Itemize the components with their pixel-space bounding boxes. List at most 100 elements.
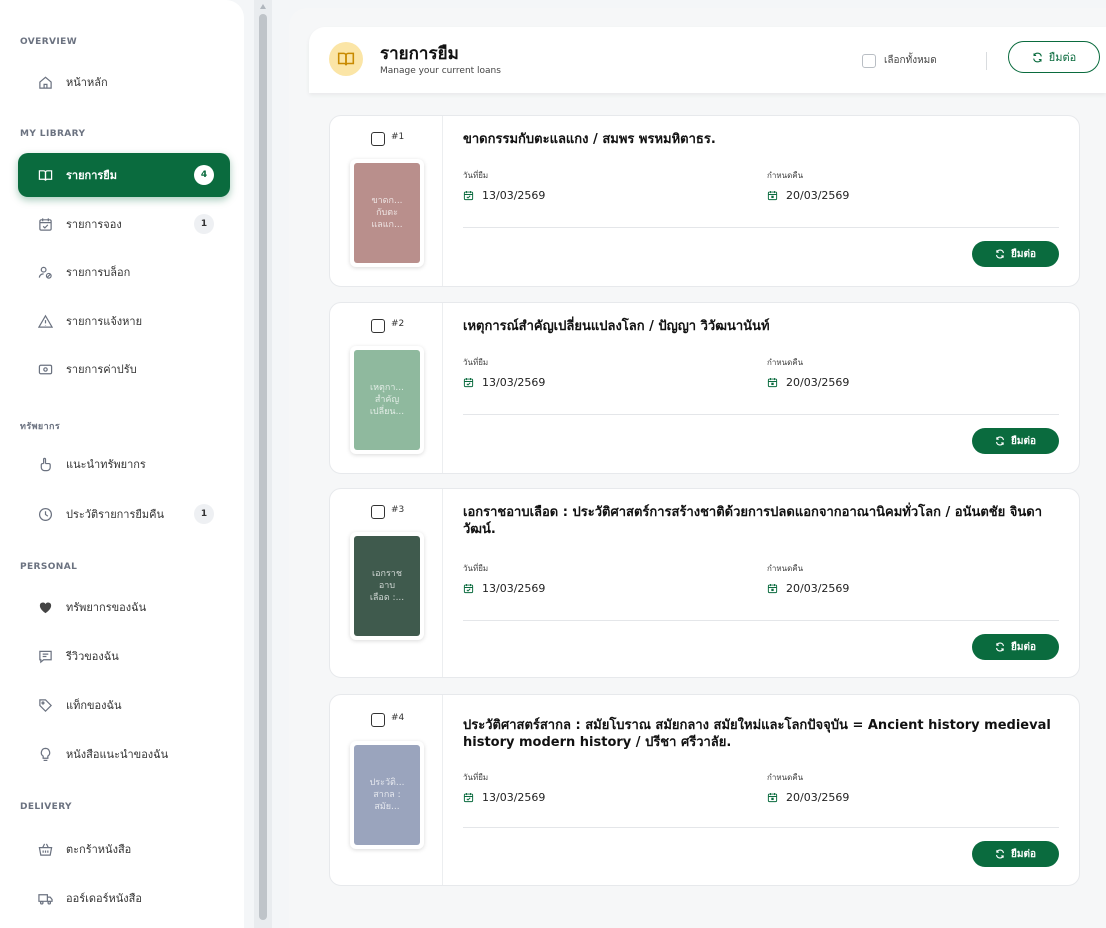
- loan-card-cover-column: #4 ประวัติ... สากล : สมัย...: [330, 695, 443, 885]
- loan-select-checkbox[interactable]: [371, 319, 385, 333]
- loan-select-checkbox[interactable]: [371, 505, 385, 519]
- sidebar-item-label: รายการค่าปรับ: [66, 363, 137, 376]
- calendar-check-icon: [463, 378, 474, 388]
- book-title[interactable]: ประวัติศาสตร์สากล : สมัยโบราณ สมัยกลาง ส…: [463, 717, 1063, 751]
- borrow-date-value: 13/03/2569: [482, 582, 546, 595]
- due-date-value: 20/03/2569: [786, 582, 850, 595]
- refresh-icon: [996, 249, 1005, 259]
- loan-card: #4 ประวัติ... สากล : สมัย... ประวัติศาสต…: [329, 694, 1080, 886]
- sidebar-item-my-reviews[interactable]: รีวิวของฉัน: [18, 634, 230, 678]
- borrow-date: 13/03/2569: [463, 189, 545, 202]
- renew-button[interactable]: ยืมต่อ: [972, 841, 1059, 867]
- tag-icon: [36, 696, 54, 714]
- sidebar-item-home[interactable]: หน้าหลัก: [18, 60, 230, 104]
- sidebar-item-my-recommended-books[interactable]: หนังสือแนะนำของฉัน: [18, 732, 230, 776]
- sidebar-item-loan-history[interactable]: ประวัติรายการยืมคืน 1: [18, 492, 230, 536]
- checkbox-box[interactable]: [862, 53, 876, 68]
- renew-label: ยืมต่อ: [1011, 248, 1036, 260]
- loan-number: #4: [391, 713, 405, 723]
- book-open-icon: [36, 166, 54, 184]
- book-open-icon: [329, 42, 363, 76]
- book-cover[interactable]: ขาดก... กับตะ แลแก...: [350, 159, 424, 267]
- sidebar-item-loans[interactable]: รายการยืม 4: [18, 153, 230, 197]
- calendar-check-icon: [463, 191, 474, 201]
- borrow-date-label: วันที่ยืม: [463, 358, 489, 367]
- due-date-label: กำหนดคืน: [767, 358, 804, 367]
- count-badge: 1: [194, 504, 214, 524]
- book-cover-image: เหตุกา... สำคัญ เปลี่ยน...: [354, 350, 420, 450]
- sidebar-item-label: รายการจอง: [66, 218, 122, 231]
- sidebar-item-label: รีวิวของฉัน: [66, 650, 119, 663]
- sidebar-item-label: รายการแจ้งหาย: [66, 315, 143, 328]
- loan-card-cover-column: #3 เอกราช อาบ เลือด :...: [330, 489, 443, 677]
- loan-number: #3: [391, 505, 405, 515]
- calendar-due-icon: [767, 191, 778, 201]
- section-title-overview: OVERVIEW: [20, 37, 78, 47]
- select-all-checkbox[interactable]: เลือกทั้งหมด: [862, 53, 937, 68]
- loan-card-cover-column: #1 ขาดก... กับตะ แลแก...: [330, 116, 443, 286]
- warning-icon: [36, 312, 54, 330]
- borrow-date-value: 13/03/2569: [482, 376, 546, 389]
- sidebar-item-book-basket[interactable]: ตะกร้าหนังสือ: [18, 827, 230, 871]
- renew-all-button[interactable]: ยืมต่อ: [1008, 41, 1100, 73]
- main-panel: รายการยืม Manage your current loans เลือ…: [289, 8, 1106, 928]
- due-date-label: กำหนดคืน: [767, 773, 804, 782]
- loan-select-checkbox[interactable]: [371, 132, 385, 146]
- history-icon: [36, 505, 54, 523]
- sidebar-item-lost-reports[interactable]: รายการแจ้งหาย: [18, 299, 230, 343]
- calendar-due-icon: [767, 378, 778, 388]
- sidebar: OVERVIEW หน้าหลัก MY LIBRARY รายการยืม 4…: [0, 0, 244, 928]
- divider: [463, 414, 1059, 415]
- home-icon: [36, 73, 54, 91]
- book-title[interactable]: ขาดกรรมกับตะแลแกง / สมพร พรหมหิตาธร.: [463, 131, 1063, 148]
- loan-card-cover-column: #2 เหตุกา... สำคัญ เปลี่ยน...: [330, 303, 443, 473]
- book-title[interactable]: เหตุการณ์สำคัญเปลี่ยนแปลงโลก / ปัญญา วิว…: [463, 318, 1063, 335]
- sidebar-item-reservations[interactable]: รายการจอง 1: [18, 202, 230, 246]
- loans-header: รายการยืม Manage your current loans เลือ…: [309, 27, 1106, 93]
- sidebar-item-book-orders[interactable]: ออร์เดอร์หนังสือ: [18, 876, 230, 920]
- sidebar-item-label: รายการบล็อก: [66, 266, 131, 279]
- calendar-check-icon: [36, 215, 54, 233]
- sidebar-item-label: ประวัติรายการยืมคืน: [66, 508, 164, 521]
- scroll-up-arrow-icon[interactable]: [260, 4, 266, 9]
- borrow-date-label: วันที่ยืม: [463, 773, 489, 782]
- sidebar-item-blocks[interactable]: รายการบล็อก: [18, 250, 230, 294]
- divider: [463, 620, 1059, 621]
- count-badge: 4: [194, 165, 214, 185]
- money-icon: [36, 360, 54, 378]
- sidebar-item-my-resources[interactable]: ทรัพยากรของฉัน: [18, 585, 230, 629]
- renew-button[interactable]: ยืมต่อ: [972, 241, 1059, 267]
- renew-button[interactable]: ยืมต่อ: [972, 428, 1059, 454]
- loan-select-checkbox[interactable]: [371, 713, 385, 727]
- book-cover[interactable]: ประวัติ... สากล : สมัย...: [350, 741, 424, 849]
- calendar-due-icon: [767, 584, 778, 594]
- divider: [463, 227, 1059, 228]
- sidebar-item-label: ทรัพยากรของฉัน: [66, 601, 147, 614]
- refresh-icon: [996, 436, 1005, 446]
- select-all-label: เลือกทั้งหมด: [884, 55, 937, 66]
- sidebar-item-recommend-resource[interactable]: แนะนำทรัพยากร: [18, 442, 230, 486]
- book-cover-image: ขาดก... กับตะ แลแก...: [354, 163, 420, 263]
- sidebar-item-label: แท็กของฉัน: [66, 699, 122, 712]
- book-title[interactable]: เอกราชอาบเลือด : ประวัติศาสตร์การสร้างชา…: [463, 504, 1063, 538]
- calendar-due-icon: [767, 793, 778, 803]
- sidebar-item-fines[interactable]: รายการค่าปรับ: [18, 347, 230, 391]
- basket-icon: [36, 840, 54, 858]
- borrow-date-label: วันที่ยืม: [463, 564, 489, 573]
- due-date-label: กำหนดคืน: [767, 564, 804, 573]
- renew-label: ยืมต่อ: [1011, 848, 1036, 860]
- loan-card: #3 เอกราช อาบ เลือด :... เอกราชอาบเลือด …: [329, 488, 1080, 678]
- renew-button[interactable]: ยืมต่อ: [972, 634, 1059, 660]
- book-cover-image: เอกราช อาบ เลือด :...: [354, 536, 420, 636]
- loan-number: #1: [391, 132, 405, 142]
- scrollbar-thumb[interactable]: [259, 14, 267, 920]
- renew-label: ยืมต่อ: [1011, 435, 1036, 447]
- section-title-delivery: DELIVERY: [20, 802, 72, 812]
- borrow-date-label: วันที่ยืม: [463, 171, 489, 180]
- book-cover[interactable]: เหตุกา... สำคัญ เปลี่ยน...: [350, 346, 424, 454]
- loan-card: #1 ขาดก... กับตะ แลแก... ขาดกรรมกับตะแลแ…: [329, 115, 1080, 287]
- book-cover-image: ประวัติ... สากล : สมัย...: [354, 745, 420, 845]
- book-cover[interactable]: เอกราช อาบ เลือด :...: [350, 532, 424, 640]
- borrow-date: 13/03/2569: [463, 791, 545, 804]
- sidebar-item-my-tags[interactable]: แท็กของฉัน: [18, 683, 230, 727]
